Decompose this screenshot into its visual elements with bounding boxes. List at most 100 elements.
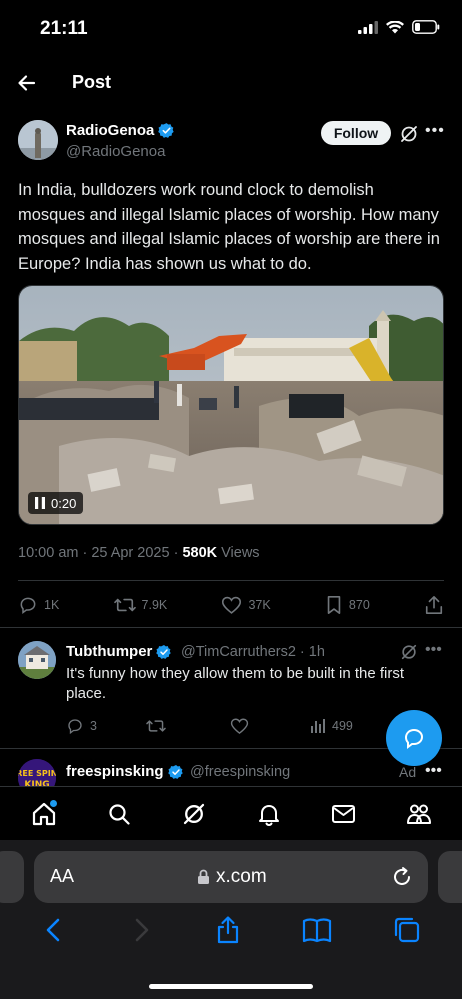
url-display[interactable]: x.com [197, 866, 267, 888]
pause-icon [35, 497, 45, 509]
wifi-icon [386, 20, 404, 33]
safari-back-button[interactable] [40, 915, 68, 950]
author-avatar[interactable] [18, 120, 58, 160]
verified-badge-icon [156, 644, 172, 659]
verified-badge-icon [158, 123, 175, 138]
views-label: Views [217, 545, 260, 561]
reply-like-button[interactable] [230, 717, 310, 735]
search-icon [108, 803, 130, 825]
safari-bottom-tools [0, 915, 462, 950]
ad-author-name-text: freespinsking [66, 763, 164, 780]
chevron-right-icon [135, 918, 149, 942]
reply-more-icon[interactable]: ••• [425, 641, 442, 659]
next-tab-preview[interactable] [438, 851, 462, 903]
repost-button[interactable]: 7.9K [113, 595, 168, 615]
reply-author-handle[interactable]: @TimCarruthers2 · 1h [181, 644, 325, 660]
tab-notifications[interactable] [249, 794, 289, 834]
repost-count: 7.9K [141, 598, 168, 612]
share-icon [217, 916, 239, 944]
reload-icon [394, 867, 410, 885]
like-button[interactable]: 37K [221, 595, 271, 615]
bookmark-button[interactable]: 870 [325, 595, 370, 615]
safari-bookmarks-button[interactable] [301, 915, 333, 950]
grok-icon [183, 803, 204, 824]
cellular-signal-icon [358, 20, 378, 34]
like-count: 37K [248, 598, 271, 612]
grok-icon [401, 126, 417, 142]
reply-reply-button[interactable]: 3 [66, 717, 146, 735]
author-handle[interactable]: @RadioGenoa [66, 143, 165, 160]
post-text: In India, bulldozers work round clock to… [18, 181, 440, 273]
ad-author-handle[interactable]: @freespinsking [190, 764, 290, 780]
notification-dot [49, 799, 57, 807]
repost-icon [113, 598, 136, 612]
verified-badge-icon [167, 764, 183, 779]
url-text: x.com [216, 866, 267, 887]
book-icon [303, 918, 332, 943]
tab-home[interactable] [24, 794, 64, 834]
reply-icon [68, 719, 82, 735]
grok-icon [401, 644, 417, 660]
reader-options-button[interactable]: AA [50, 866, 74, 887]
reply-grok-button[interactable] [400, 643, 418, 666]
lock-icon [198, 869, 209, 884]
messages-icon [332, 804, 355, 823]
bookmark-icon [327, 596, 341, 614]
reply-actions: 3 499 [66, 717, 353, 735]
reply-button[interactable]: 1K [18, 595, 59, 615]
author-name-text: RadioGenoa [66, 122, 155, 139]
safari-share-button[interactable] [214, 915, 242, 950]
divider [18, 580, 444, 581]
grok-button[interactable] [399, 124, 419, 149]
share-button[interactable] [424, 595, 444, 615]
battery-icon [412, 20, 440, 34]
tab-messages[interactable] [324, 794, 364, 834]
more-options-icon[interactable]: ••• [425, 122, 445, 140]
author-name[interactable]: RadioGenoa [66, 122, 175, 139]
reply-avatar[interactable] [18, 641, 56, 679]
reply-author-name-text: Tubthumper [66, 643, 153, 660]
notifications-icon [258, 804, 279, 826]
tab-search[interactable] [99, 794, 139, 834]
previous-tab-preview[interactable] [0, 851, 24, 903]
video-thumbnail [19, 286, 443, 524]
page-title: Post [72, 72, 112, 92]
reply-icon [20, 597, 36, 614]
status-icons [358, 20, 440, 34]
back-button[interactable] [14, 70, 42, 96]
post-timestamp: 10:00 am · 25 Apr 2025 · [18, 545, 183, 561]
ad-avatar-text-top: FREE SPINS [18, 769, 56, 778]
arrow-left-icon [18, 75, 36, 91]
ad-author-name[interactable]: freespinsking [66, 763, 184, 780]
divider [0, 627, 462, 628]
reply-count: 1K [44, 598, 60, 612]
ad-label: Ad [399, 764, 417, 780]
compose-reply-button[interactable] [386, 710, 442, 766]
safari-tabs-button[interactable] [392, 915, 422, 950]
tabs-icon [395, 917, 420, 943]
follow-button[interactable]: Follow [321, 121, 391, 145]
heart-icon [230, 718, 249, 735]
status-time: 21:11 [40, 18, 88, 39]
share-icon [425, 596, 443, 614]
reply-views-count: 499 [332, 719, 353, 733]
video-duration-badge[interactable]: 0:20 [28, 492, 84, 514]
home-indicator [149, 984, 313, 989]
views-icon [311, 719, 325, 733]
ad-more-icon[interactable]: ••• [425, 762, 442, 780]
bottom-tab-bar [0, 786, 462, 840]
safari-forward-button[interactable] [127, 915, 155, 950]
reply-author-name[interactable]: Tubthumper [66, 643, 172, 660]
reload-button[interactable] [390, 865, 414, 894]
post-video[interactable] [18, 285, 444, 525]
communities-icon [406, 804, 431, 824]
heart-icon [222, 596, 242, 614]
post-meta: 10:00 am · 25 Apr 2025 · 580K Views [18, 545, 260, 561]
reply-reply-count: 3 [90, 719, 97, 733]
tab-communities[interactable] [399, 794, 439, 834]
bookmark-count: 870 [348, 598, 370, 612]
tab-grok[interactable] [174, 794, 214, 834]
reply-repost-button[interactable] [146, 717, 230, 735]
chat-bubble-icon [404, 728, 424, 749]
reply-views-button[interactable]: 499 [310, 718, 353, 734]
